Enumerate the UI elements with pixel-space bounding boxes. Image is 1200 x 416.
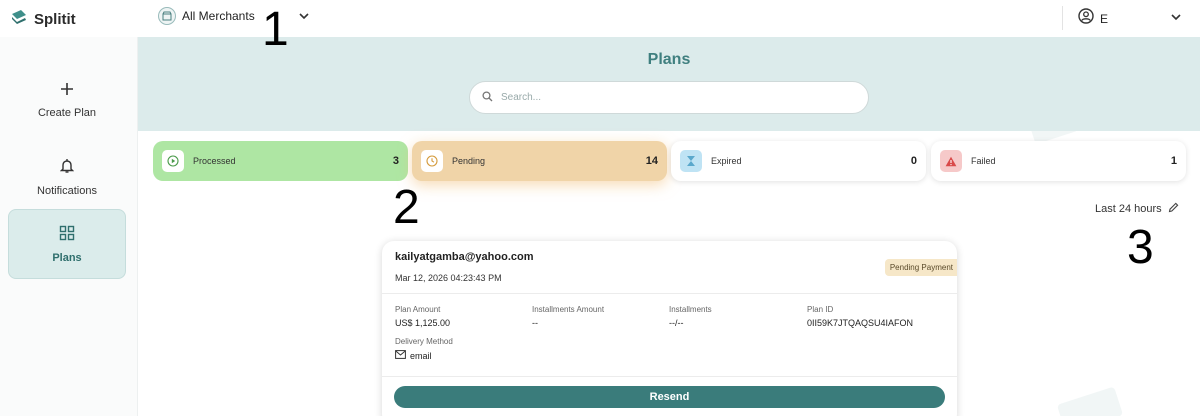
stat-card-processed[interactable]: Processed 3 bbox=[153, 141, 408, 181]
installments-field: Installments --/-- bbox=[669, 305, 712, 328]
hourglass-icon bbox=[680, 150, 702, 172]
delivery-method-value: email bbox=[410, 350, 432, 361]
timeframe-selector[interactable]: Last 24 hours bbox=[1095, 200, 1179, 218]
plan-amount-field: Plan Amount US$ 1,125.00 bbox=[395, 305, 450, 328]
sidebar-item-notifications[interactable]: Notifications bbox=[8, 142, 126, 212]
field-label: Plan Amount bbox=[395, 305, 441, 314]
annotation-number: 2 bbox=[393, 181, 420, 234]
plan-date: Mar 12, 2026 04:23:43 PM bbox=[395, 273, 502, 283]
page-title: Plans bbox=[647, 51, 691, 68]
stat-count: 0 bbox=[910, 155, 917, 167]
merchant-selector[interactable]: All Merchants bbox=[158, 7, 255, 25]
plan-id-field: Plan ID 0II59K7JTQAQSU4IAFON bbox=[807, 305, 913, 328]
play-circle-icon bbox=[162, 150, 184, 172]
sidebar-item-create-plan[interactable]: Create Plan bbox=[8, 65, 126, 135]
field-value-row: email bbox=[395, 350, 453, 361]
field-label: Delivery Method bbox=[395, 337, 453, 346]
user-circle-icon bbox=[1078, 8, 1094, 29]
bell-icon bbox=[59, 158, 75, 179]
stat-card-expired[interactable]: Expired 0 bbox=[671, 141, 926, 181]
search-input[interactable] bbox=[501, 92, 841, 103]
status-badge: Pending Payment bbox=[884, 259, 957, 276]
pencil-icon bbox=[1168, 200, 1179, 218]
background-shape bbox=[1056, 386, 1124, 416]
chevron-down-icon[interactable] bbox=[1170, 10, 1182, 28]
brand-name: Splitit bbox=[34, 11, 76, 28]
plan-card[interactable]: kailyatgamba@yahoo.com Mar 12, 2026 04:2… bbox=[382, 241, 957, 416]
sidebar-item-label: Notifications bbox=[37, 184, 97, 197]
stat-label: Processed bbox=[193, 156, 236, 166]
mail-icon bbox=[395, 350, 406, 361]
stat-count: 1 bbox=[1170, 155, 1177, 167]
installments-amount-field: Installments Amount -- bbox=[532, 305, 604, 328]
user-initial: E bbox=[1100, 11, 1109, 26]
delivery-method-field: Delivery Method email bbox=[395, 337, 453, 361]
annotation-number: 1 bbox=[262, 3, 289, 56]
grid-icon bbox=[59, 225, 75, 246]
stat-label: Failed bbox=[971, 156, 996, 166]
page-header: Plans bbox=[138, 37, 1200, 131]
stat-count: 3 bbox=[392, 155, 399, 167]
divider bbox=[1062, 6, 1063, 30]
resend-button[interactable]: Resend bbox=[394, 386, 945, 408]
field-label: Installments bbox=[669, 305, 712, 314]
search-box[interactable] bbox=[469, 81, 869, 114]
store-icon bbox=[158, 7, 176, 25]
user-menu[interactable]: E bbox=[1078, 8, 1108, 29]
splitit-logo-icon bbox=[10, 8, 28, 31]
sidebar-item-label: Plans bbox=[52, 251, 82, 264]
plus-icon bbox=[60, 82, 74, 101]
field-value: -- bbox=[532, 318, 538, 328]
search-icon bbox=[482, 89, 493, 107]
warning-icon bbox=[940, 150, 962, 172]
brand-logo[interactable]: Splitit bbox=[10, 8, 76, 31]
field-label: Installments Amount bbox=[532, 305, 605, 314]
stat-card-pending[interactable]: Pending 14 bbox=[412, 141, 667, 181]
divider bbox=[382, 376, 957, 377]
sidebar-item-label: Create Plan bbox=[37, 106, 97, 119]
sidebar-item-plans[interactable]: Plans bbox=[8, 209, 126, 279]
clock-icon bbox=[421, 150, 443, 172]
annotation-number: 3 bbox=[1127, 221, 1154, 274]
chevron-down-icon[interactable] bbox=[298, 9, 310, 27]
field-value: --/-- bbox=[669, 318, 684, 328]
timeframe-label: Last 24 hours bbox=[1095, 203, 1162, 215]
field-value: 0II59K7JTQAQSU4IAFON bbox=[807, 318, 914, 328]
stat-card-failed[interactable]: Failed 1 bbox=[931, 141, 1186, 181]
stat-label: Pending bbox=[452, 156, 486, 166]
top-bar: Splitit All Merchants E bbox=[0, 0, 1200, 37]
field-value: US$ 1,125.00 bbox=[395, 318, 451, 328]
sidebar: Create Plan Notifications Plans bbox=[0, 37, 138, 416]
stat-label: Expired bbox=[711, 156, 742, 166]
merchant-label: All Merchants bbox=[182, 9, 255, 23]
stat-count: 14 bbox=[645, 155, 658, 167]
field-label: Plan ID bbox=[807, 305, 834, 314]
plan-email: kailyatgamba@yahoo.com bbox=[395, 251, 534, 263]
divider bbox=[382, 293, 957, 294]
